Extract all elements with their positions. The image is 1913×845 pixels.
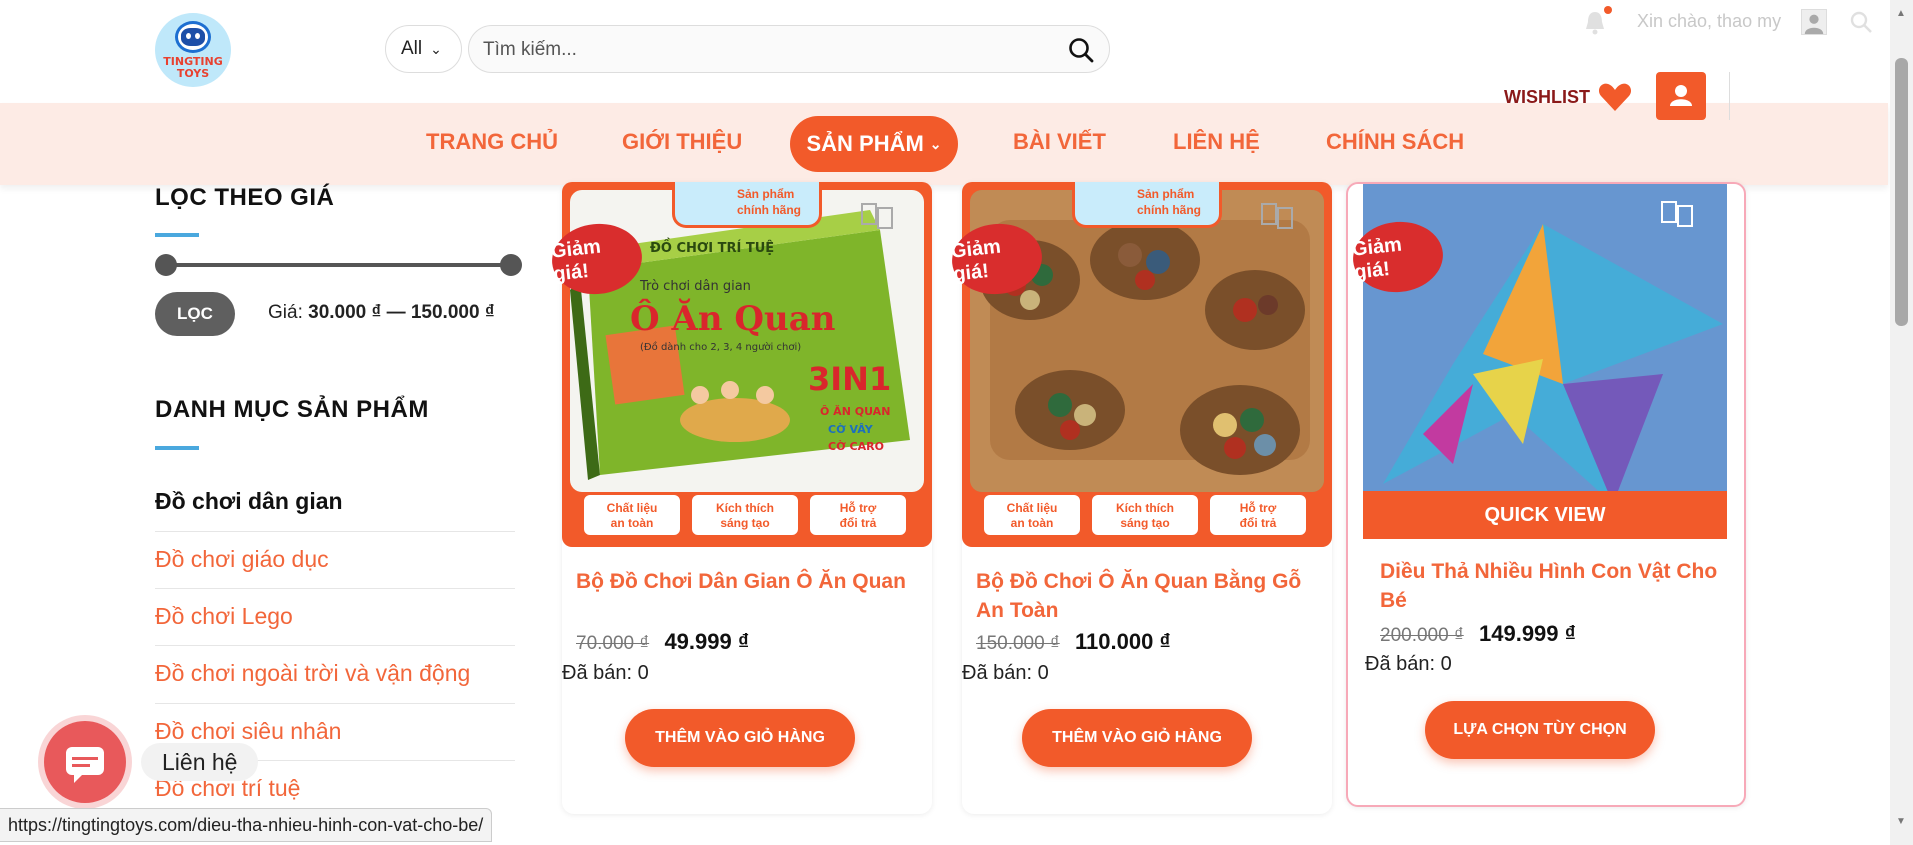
scrollbar-thumb[interactable] xyxy=(1895,58,1908,326)
box-header-text: ĐỒ CHƠI TRÍ TUỆ xyxy=(650,238,774,256)
badge-creativity: Kích thích sáng tạo xyxy=(1090,493,1200,537)
price-separator: — xyxy=(386,302,406,323)
price-slider-min-handle[interactable] xyxy=(155,254,177,276)
search-icon[interactable] xyxy=(1067,36,1095,64)
category-item[interactable]: Đồ chơi Lego xyxy=(155,603,515,630)
divider xyxy=(155,531,515,532)
box-title-text: Ô Ăn Quan xyxy=(630,298,835,339)
contact-label[interactable]: Liên hệ xyxy=(141,743,259,781)
price-range-text: Giá: 30.000 ₫ — 150.000 ₫ xyxy=(268,302,495,324)
product-card[interactable]: ĐỒ CHƠI TRÍ TUỆ Trò chơi dân gian Ô Ăn Q… xyxy=(548,182,932,814)
logo-text-2: TOYS xyxy=(176,67,210,80)
box-big-text: 3IN1 xyxy=(808,360,891,398)
compare-icon[interactable] xyxy=(1260,200,1294,230)
sold-count: Đã bán: 0 xyxy=(1365,653,1452,675)
sale-price: 149.999 ₫ xyxy=(1479,621,1576,646)
quick-view-button[interactable]: QUICK VIEW xyxy=(1363,491,1727,539)
sale-price: 49.999 ₫ xyxy=(664,629,750,654)
nav-item-products[interactable]: SẢN PHẨM ⌄ xyxy=(790,116,958,172)
wishlist-link[interactable]: WISHLIST xyxy=(1504,82,1632,112)
status-bar-url: https://tingtingtoys.com/dieu-tha-nhieu-… xyxy=(0,808,493,842)
sold-count: Đã bán: 0 xyxy=(962,662,1049,684)
header-search-icon[interactable] xyxy=(1849,10,1873,34)
product-price: 150.000 ₫ 110.000 ₫ xyxy=(976,629,1171,655)
category-item[interactable]: Đồ chơi dân gian xyxy=(155,488,515,515)
nav-item-blog[interactable]: BÀI VIẾT xyxy=(1013,129,1106,155)
contact-float-button[interactable] xyxy=(44,721,126,803)
chevron-down-icon: ⌄ xyxy=(929,135,942,152)
nav-item-about[interactable]: GIỚI THIỆU xyxy=(622,129,742,155)
box-list-text: CỜ CARO xyxy=(828,440,884,453)
user-greeting[interactable]: Xin chào, thao my xyxy=(1637,11,1781,32)
user-icon xyxy=(1670,85,1692,106)
search-box xyxy=(468,25,1110,73)
product-card[interactable]: QUICK VIEW Giảm giá! Diều Thả Nhiều Hình… xyxy=(1346,182,1746,807)
divider xyxy=(155,588,515,589)
box-subtitle-text: Trò chơi dân gian xyxy=(639,279,751,294)
divider xyxy=(155,703,515,704)
price-label: Giá: xyxy=(268,302,303,323)
account-button[interactable] xyxy=(1656,72,1706,120)
badge-return: Hỗ trợ đổi trả xyxy=(1208,493,1308,537)
notification-bell-icon[interactable] xyxy=(1583,10,1607,36)
authentic-sticker: Sản phẩm chính hãng xyxy=(1072,182,1222,228)
filter-button[interactable]: LỌC xyxy=(155,292,235,336)
categories-title: DANH MỤC SẢN PHẨM xyxy=(155,396,429,423)
add-to-cart-button[interactable]: THÊM VÀO GIỎ HÀNG xyxy=(1022,709,1252,767)
old-price: 70.000 ₫ xyxy=(576,633,650,654)
scroll-down-arrow-icon[interactable]: ▼ xyxy=(1896,816,1906,827)
notification-dot xyxy=(1604,6,1612,14)
nav-item-products-label: SẢN PHẨM xyxy=(806,131,924,156)
title-underline xyxy=(155,233,199,237)
title-underline xyxy=(155,446,199,450)
nav-item-home[interactable]: TRANG CHỦ xyxy=(426,129,558,155)
price-max: 150.000 ₫ xyxy=(410,302,495,323)
chat-icon xyxy=(66,747,104,783)
main-nav: TRANG CHỦ GIỚI THIỆU SẢN PHẨM ⌄ BÀI VIẾT… xyxy=(0,103,1888,185)
product-title[interactable]: Diều Thả Nhiều Hình Con Vật Cho Bé xyxy=(1380,557,1740,615)
wishlist-label: WISHLIST xyxy=(1504,86,1590,107)
price-min: 30.000 ₫ xyxy=(308,302,382,323)
divider xyxy=(1729,72,1730,120)
product-title[interactable]: Bộ Đồ Chơi Ô Ăn Quan Bằng Gỗ An Toàn xyxy=(976,567,1326,625)
chevron-down-icon: ⌄ xyxy=(430,40,442,57)
old-price: 150.000 ₫ xyxy=(976,633,1060,654)
badge-safe-material: Chất liệu an toàn xyxy=(582,493,682,537)
compare-icon[interactable] xyxy=(860,200,894,230)
select-options-button[interactable]: LỰA CHỌN TÙY CHỌN xyxy=(1425,701,1655,759)
box-list-text: CỜ VÂY xyxy=(828,423,874,436)
compare-icon[interactable] xyxy=(1660,198,1694,228)
category-item[interactable]: Đồ chơi giáo dục xyxy=(155,546,515,573)
product-price: 200.000 ₫ 149.999 ₫ xyxy=(1380,621,1576,647)
nav-item-policy[interactable]: CHÍNH SÁCH xyxy=(1326,129,1464,155)
badge-creativity: Kích thích sáng tạo xyxy=(690,493,800,537)
add-to-cart-button[interactable]: THÊM VÀO GIỎ HÀNG xyxy=(625,709,855,767)
box-players-text: (Đồ dành cho 2, 3, 4 người chơi) xyxy=(640,341,801,353)
divider xyxy=(155,645,515,646)
scroll-up-arrow-icon[interactable]: ▲ xyxy=(1896,8,1906,19)
price-slider-track[interactable] xyxy=(164,263,512,267)
badge-safe-material: Chất liệu an toàn xyxy=(982,493,1082,537)
box-list-text: Ô ĂN QUAN xyxy=(820,405,890,418)
old-price: 200.000 ₫ xyxy=(1380,625,1464,646)
search-category-value: All xyxy=(401,38,423,59)
product-price: 70.000 ₫ 49.999 ₫ xyxy=(576,629,749,655)
price-slider-max-handle[interactable] xyxy=(500,254,522,276)
search-category-select[interactable]: All ⌄ xyxy=(385,25,462,73)
authentic-sticker: Sản phẩm chính hãng xyxy=(672,182,822,228)
category-item[interactable]: Đồ chơi siêu nhân xyxy=(155,718,515,745)
nav-item-contact[interactable]: LIÊN HỆ xyxy=(1173,129,1260,155)
site-logo[interactable]: TINGTING TOYS xyxy=(155,13,231,87)
avatar[interactable] xyxy=(1801,9,1827,35)
price-filter-title: LỌC THEO GIÁ xyxy=(155,184,335,211)
product-card[interactable]: Chất liệu an toàn Kích thích sáng tạo Hỗ t… xyxy=(948,182,1332,814)
heart-icon xyxy=(1598,83,1632,111)
product-title[interactable]: Bộ Đồ Chơi Dân Gian Ô Ăn Quan xyxy=(576,567,926,596)
category-item[interactable]: Đồ chơi ngoài trời và vận động xyxy=(155,660,515,687)
sold-count: Đã bán: 0 xyxy=(562,662,649,684)
search-input[interactable] xyxy=(483,36,1043,64)
sale-price: 110.000 ₫ xyxy=(1075,629,1171,654)
badge-return: Hỗ trợ đổi trả xyxy=(808,493,908,537)
